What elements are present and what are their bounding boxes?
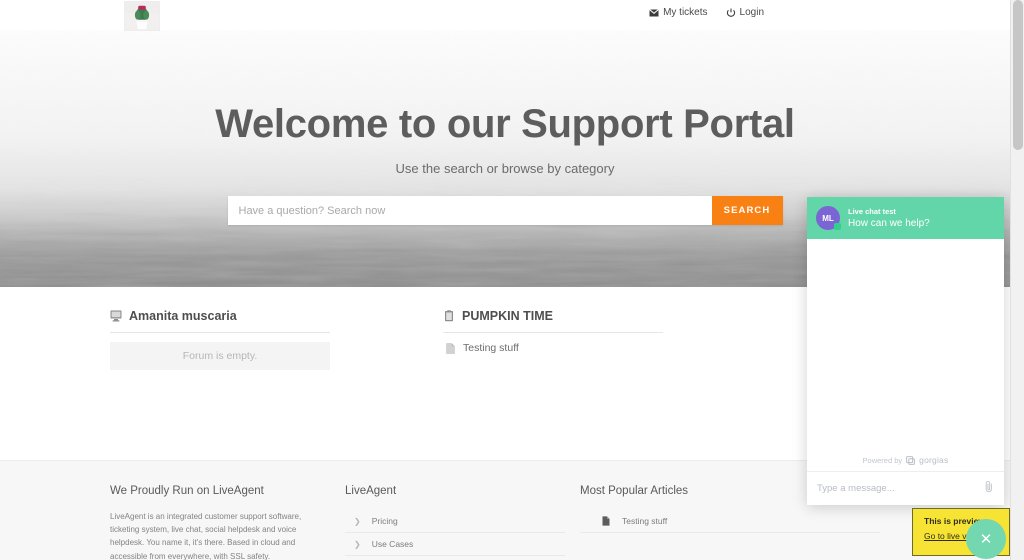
login-link[interactable]: Login — [726, 8, 764, 18]
forum-title: PUMPKIN TIME — [462, 309, 553, 323]
gorgias-logo-icon — [906, 455, 916, 465]
clipboard-icon — [445, 310, 453, 322]
footer-link-pricing[interactable]: ❯ Pricing — [345, 510, 565, 533]
my-tickets-link[interactable]: My tickets — [649, 7, 708, 18]
search-input[interactable] — [227, 196, 712, 225]
forum-article-link[interactable]: Testing stuff — [443, 342, 663, 354]
forum-title: Amanita muscaria — [129, 309, 237, 323]
chat-message-input[interactable] — [817, 483, 984, 494]
chat-agent-name: Live chat test — [848, 207, 896, 216]
gorgias-brand-label: gorgias — [919, 455, 949, 465]
footer-links-title: LiveAgent — [345, 485, 397, 497]
chat-header: ML Live chat test How can we help? — [807, 197, 1004, 239]
chat-input-bar — [807, 471, 1004, 505]
login-label: Login — [739, 7, 764, 18]
forum-card-pumpkin-time: PUMPKIN TIME Testing stuff — [443, 309, 663, 370]
forum-empty-state: Forum is empty. — [110, 342, 330, 370]
search-bar: SEARCH — [227, 196, 783, 225]
top-bar: My tickets Login — [0, 0, 1010, 31]
chevron-right-icon: ❯ — [354, 516, 361, 526]
footer-link-customer-reviews[interactable]: ❯ Customer Reviews — [345, 556, 565, 560]
footer-link-label: Pricing — [371, 516, 398, 526]
footer-links-column: LiveAgent ❯ Pricing ❯ Use Cases ❯ Custom… — [345, 485, 565, 560]
chevron-right-icon: ❯ — [354, 539, 361, 549]
chat-greeting: How can we help? — [848, 218, 930, 229]
footer-article-label: Testing stuff — [622, 516, 668, 526]
my-tickets-label: My tickets — [663, 7, 708, 18]
article-icon — [602, 516, 610, 526]
site-logo[interactable] — [124, 1, 160, 31]
support-portal-page: My tickets Login Welcome to our Support … — [0, 0, 1024, 560]
forum-article-label: Testing stuff — [463, 342, 519, 354]
footer-link-label: Use Cases — [371, 539, 414, 549]
article-icon — [446, 342, 455, 354]
forum-card-amanita-muscaria: Amanita muscaria Forum is empty. — [110, 309, 330, 370]
scrollbar-thumb[interactable] — [1013, 0, 1023, 150]
power-icon — [726, 8, 736, 18]
forum-header: Amanita muscaria — [110, 309, 330, 333]
page-title: Welcome to our Support Portal — [215, 102, 795, 146]
hero-subtitle: Use the search or browse by category — [395, 161, 615, 176]
forum-header: PUMPKIN TIME — [443, 309, 663, 333]
avatar-initials: ML — [822, 213, 834, 223]
chat-close-button[interactable]: ✕ — [966, 519, 1006, 559]
chat-message-list: Powered by gorgias — [807, 239, 1004, 471]
powered-by-label: Powered by — [862, 455, 903, 465]
footer-link-use-cases[interactable]: ❯ Use Cases — [345, 533, 565, 556]
top-navigation: My tickets Login — [649, 8, 764, 18]
chat-powered-by: Powered by gorgias — [807, 455, 1004, 465]
envelope-icon — [649, 8, 659, 18]
footer-article-link[interactable]: Testing stuff — [580, 510, 880, 533]
close-icon: ✕ — [979, 531, 993, 548]
footer-about-column: We Proudly Run on LiveAgent LiveAgent is… — [110, 485, 320, 560]
search-button[interactable]: SEARCH — [711, 196, 783, 225]
page-scrollbar[interactable] — [1010, 0, 1024, 560]
footer-about-title: We Proudly Run on LiveAgent — [110, 485, 264, 497]
monitor-icon — [110, 310, 122, 322]
footer-about-paragraph-1: LiveAgent is an integrated customer supp… — [110, 512, 302, 560]
cactus-logo-icon — [125, 2, 159, 30]
online-status-icon — [834, 223, 841, 230]
avatar: ML — [816, 206, 841, 230]
live-chat-widget: ML Live chat test How can we help? Power… — [807, 197, 1004, 505]
paperclip-icon[interactable] — [984, 480, 994, 498]
